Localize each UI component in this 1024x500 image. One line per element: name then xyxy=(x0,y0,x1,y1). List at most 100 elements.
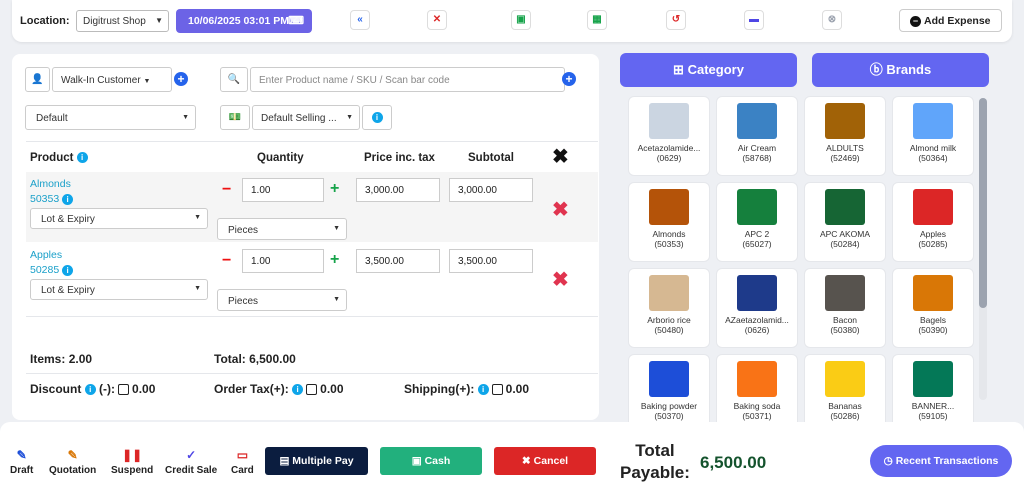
selling-price-select[interactable]: Default Selling ... ▼ xyxy=(252,105,360,130)
lot-expiry-select[interactable]: Lot & Expiry ▼ xyxy=(30,279,208,300)
briefcase-icon[interactable]: ▣ xyxy=(511,10,531,30)
product-card[interactable]: APC AKOMA (50284) xyxy=(804,182,886,262)
cancel-button[interactable]: ✖ Cancel xyxy=(494,447,596,475)
subtotal-input[interactable]: 3,500.00 xyxy=(449,249,533,273)
edit-icon: ✎ xyxy=(67,448,78,462)
credit-sale-button[interactable]: ✓ Credit Sale xyxy=(165,448,217,476)
card-label: Card xyxy=(231,465,254,476)
row-product-name[interactable]: Apples xyxy=(30,249,62,261)
product-card[interactable]: Almonds (50353) xyxy=(628,182,710,262)
increase-qty-button[interactable]: + xyxy=(330,251,339,269)
selling-price-value: Default Selling ... xyxy=(261,113,337,124)
clock-icon: ◷ xyxy=(883,455,893,467)
price-group-select[interactable]: Default ▼ xyxy=(25,105,196,130)
draft-label: Draft xyxy=(10,465,34,476)
add-customer-button[interactable]: + xyxy=(174,72,188,86)
product-card[interactable]: APC 2 (65027) xyxy=(716,182,798,262)
product-card[interactable]: Acetazolamide... (0629) xyxy=(628,96,710,176)
cash-button[interactable]: ▣ Cash xyxy=(380,447,482,475)
increase-qty-button[interactable]: + xyxy=(330,180,339,198)
order-tax: Order Tax(+): i 0.00 xyxy=(214,382,344,396)
selling-price-info[interactable]: i xyxy=(362,105,392,130)
cancel-icon[interactable]: ✕ xyxy=(427,10,447,30)
suspend-label: Suspend xyxy=(111,465,154,476)
unit-select[interactable]: Pieces ▼ xyxy=(217,289,347,311)
info-icon: i xyxy=(371,112,383,123)
draft-button[interactable]: ✎ Draft xyxy=(10,448,33,476)
edit-shipping-icon[interactable] xyxy=(491,384,503,396)
chevron-down-icon: ▼ xyxy=(346,114,353,121)
remove-row-icon[interactable]: ✖ xyxy=(552,197,569,222)
cancel-label: Cancel xyxy=(533,455,569,467)
total-payable-value: 6,500.00 xyxy=(700,453,767,472)
rewind-icon[interactable]: « xyxy=(350,10,370,30)
card-button[interactable]: ▭ Card xyxy=(231,448,254,476)
suspend-button[interactable]: ❚❚ Suspend xyxy=(111,448,153,476)
product-code: (50370) xyxy=(654,411,684,421)
unit-select[interactable]: Pieces ▼ xyxy=(217,218,347,240)
product-code: (59105) xyxy=(918,411,948,421)
decrease-qty-button[interactable]: − xyxy=(222,181,231,199)
cart-panel: 👤 Walk-In Customer ▼ + 🔍 Enter Product n… xyxy=(12,54,599,420)
datetime-value: 10/06/2025 03:01 PM xyxy=(188,15,289,27)
total-value: 6,500.00 xyxy=(249,352,296,366)
brands-button[interactable]: ⓑ Brands xyxy=(812,53,989,87)
user-icon: 👤 xyxy=(25,67,50,92)
lot-value: Lot & Expiry xyxy=(41,214,95,225)
undo-icon[interactable]: ↺ xyxy=(666,10,686,30)
recent-transactions-button[interactable]: ◷ Recent Transactions xyxy=(870,445,1012,477)
wallet-icon: ▤ xyxy=(279,455,290,467)
clear-all-icon[interactable]: ✖ xyxy=(552,144,569,169)
calculator-icon[interactable]: ▦ xyxy=(587,10,607,30)
product-scrollbar[interactable] xyxy=(979,98,987,400)
edit-tax-icon[interactable] xyxy=(306,384,318,396)
search-input[interactable]: Enter Product name / SKU / Scan bar code xyxy=(250,67,565,92)
search-icon: 🔍 xyxy=(220,67,248,92)
product-card[interactable]: Apples (50285) xyxy=(892,182,974,262)
decrease-qty-button[interactable]: − xyxy=(222,252,231,270)
scrollbar-thumb[interactable] xyxy=(979,98,987,308)
qty-input[interactable]: 1.00 xyxy=(242,178,324,202)
product-image xyxy=(649,361,689,397)
info-icon: i xyxy=(477,384,489,396)
product-card[interactable]: Almond milk (50364) xyxy=(892,96,974,176)
qty-input[interactable]: 1.00 xyxy=(242,249,324,273)
price-input[interactable]: 3,500.00 xyxy=(356,249,440,273)
bottom-bar: ✎ Draft ✎ Quotation ❚❚ Suspend ✓ Credit Sale… xyxy=(0,422,1024,500)
discount-label: Discount xyxy=(30,382,82,396)
info-icon: i xyxy=(62,193,74,205)
datetime-button[interactable]: 10/06/2025 03:01 PM ⌨ xyxy=(176,9,312,33)
product-card[interactable]: Bacon (50380) xyxy=(804,268,886,348)
edit-discount-icon[interactable] xyxy=(118,384,130,396)
remove-row-icon[interactable]: ✖ xyxy=(552,267,569,292)
category-button[interactable]: ⊞ Category xyxy=(620,53,797,87)
product-card[interactable]: Bagels (50390) xyxy=(892,268,974,348)
product-code: (52469) xyxy=(830,153,860,163)
multiple-pay-button[interactable]: ▤ Multiple Pay xyxy=(265,447,368,475)
add-product-button[interactable]: + xyxy=(562,72,576,86)
header-price: Price inc. tax xyxy=(364,152,435,164)
edit-icon: ✎ xyxy=(16,448,27,462)
chevron-down-icon: ▼ xyxy=(333,296,340,303)
lot-expiry-select[interactable]: Lot & Expiry ▼ xyxy=(30,208,208,229)
location-select[interactable]: Digitrust Shop ▼ xyxy=(76,10,169,32)
window-icon[interactable]: ▬ xyxy=(744,10,764,30)
product-image xyxy=(913,275,953,311)
product-card[interactable]: AZaetazolamid... (0626) xyxy=(716,268,798,348)
product-name: Baking soda xyxy=(733,401,781,411)
price-input[interactable]: 3,000.00 xyxy=(356,178,440,202)
subtotal-input[interactable]: 3,000.00 xyxy=(449,178,533,202)
close-circle-icon[interactable]: ⊗ xyxy=(822,10,842,30)
header-quantity: Quantity xyxy=(257,152,304,164)
add-expense-button[interactable]: − Add Expense xyxy=(899,9,1002,32)
row-product-name[interactable]: Almonds xyxy=(30,178,71,190)
header-product-label: Product xyxy=(30,152,74,164)
product-card[interactable]: Air Cream (58768) xyxy=(716,96,798,176)
product-name: Baking powder xyxy=(640,401,698,411)
customer-select[interactable]: Walk-In Customer ▼ xyxy=(52,67,172,92)
quotation-button[interactable]: ✎ Quotation xyxy=(49,448,96,476)
product-card[interactable]: ALDULTS (52469) xyxy=(804,96,886,176)
close-icon: ✖ xyxy=(521,455,531,467)
product-card[interactable]: Arborio rice (50480) xyxy=(628,268,710,348)
product-code: (50353) xyxy=(654,239,684,249)
